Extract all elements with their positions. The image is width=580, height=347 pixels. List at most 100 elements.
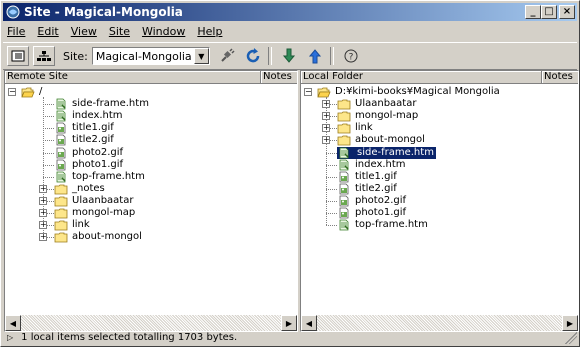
folder-item[interactable]: about-mongol	[54, 231, 142, 243]
title-bar[interactable]: Site - Magical-Mongolia _ □ ×	[3, 3, 577, 21]
expand-icon[interactable]: +	[322, 112, 330, 121]
list-view-icon	[11, 50, 25, 62]
local-folder-header[interactable]: Local Folder	[301, 71, 542, 84]
file-item[interactable]: photo2.gif	[337, 195, 406, 207]
scroll-track[interactable]	[21, 315, 281, 331]
tree-connector	[326, 188, 337, 190]
tree-connector	[43, 140, 54, 142]
tree-connector	[326, 152, 337, 154]
local-folder-panel: Local Folder Notes − D:¥kimi-books¥Magica…	[300, 70, 579, 332]
item-label: _notes	[72, 182, 105, 194]
expand-icon[interactable]: +	[322, 100, 330, 109]
up-arrow-icon	[308, 49, 321, 64]
file-item[interactable]: side-frame.htm	[54, 98, 149, 110]
local-root-folder[interactable]: D:¥kimi-books¥Magical Mongolia	[317, 86, 500, 98]
file-item[interactable]: title1.gif	[54, 122, 114, 134]
folder-item[interactable]: mongol-map	[54, 207, 135, 219]
gif-file-icon	[56, 147, 66, 158]
folder-item[interactable]: mongol-map	[337, 110, 418, 122]
local-notes-header[interactable]: Notes	[542, 71, 578, 84]
maximize-button[interactable]: □	[541, 5, 557, 19]
file-item[interactable]: photo1.gif	[337, 207, 406, 219]
item-label: mongol-map	[72, 207, 136, 218]
resize-grip-icon[interactable]	[565, 332, 577, 344]
put-files-button[interactable]	[306, 47, 324, 65]
site-select[interactable]: Magical-Mongolia ▼	[91, 47, 210, 65]
close-button[interactable]: ×	[559, 5, 575, 19]
local-column-header: Local Folder Notes	[301, 71, 578, 84]
item-label: top-frame.htm	[72, 170, 145, 182]
menu-file[interactable]: File	[3, 25, 31, 38]
expand-icon[interactable]: +	[39, 184, 47, 193]
htm-file-icon	[339, 219, 349, 231]
remote-notes-header[interactable]: Notes	[261, 71, 297, 84]
gif-file-icon	[339, 195, 349, 207]
connect-button[interactable]	[218, 47, 236, 65]
scroll-track[interactable]	[317, 315, 562, 331]
chevron-down-icon[interactable]: ▼	[193, 48, 209, 64]
scroll-right-icon[interactable]: ▶	[281, 315, 297, 331]
expand-icon[interactable]: +	[39, 233, 47, 242]
item-label: index.htm	[355, 158, 406, 170]
item-label: title1.gif	[355, 170, 397, 182]
window-title: Site - Magical-Mongolia	[24, 5, 183, 19]
menu-edit[interactable]: Edit	[31, 25, 64, 38]
remote-site-header[interactable]: Remote Site	[5, 71, 261, 84]
htm-file-icon	[339, 147, 349, 158]
file-item[interactable]: top-frame.htm	[54, 171, 145, 183]
remote-horizontal-scrollbar[interactable]: ◀ ▶	[5, 315, 297, 331]
folder-item[interactable]: Ulaanbaatar	[337, 98, 416, 110]
menu-help[interactable]: Help	[191, 25, 228, 38]
scroll-left-icon[interactable]: ◀	[301, 315, 317, 331]
remote-root-folder[interactable]: /	[21, 86, 42, 98]
folder-icon	[337, 111, 351, 122]
item-label: side-frame.htm	[72, 98, 149, 110]
folder-icon	[337, 99, 351, 110]
refresh-button[interactable]	[244, 47, 262, 65]
expand-triangle-icon[interactable]: ▷	[7, 333, 13, 342]
menu-site[interactable]: Site	[103, 25, 136, 38]
scroll-left-icon[interactable]: ◀	[5, 315, 21, 331]
collapse-icon[interactable]: −	[8, 88, 16, 96]
file-item[interactable]: index.htm	[54, 110, 123, 122]
folder-item[interactable]: _notes	[54, 183, 105, 195]
file-item[interactable]: photo1.gif	[54, 159, 123, 171]
file-item[interactable]: side-frame.htm	[337, 146, 436, 159]
expand-icon[interactable]: +	[39, 221, 47, 230]
help-button[interactable]: ?	[342, 47, 360, 65]
item-label: side-frame.htm	[357, 146, 434, 158]
folder-item[interactable]: about-mongol	[337, 134, 425, 146]
item-label: title2.gif	[72, 134, 114, 146]
folder-item[interactable]: Ulaanbaatar	[54, 195, 133, 207]
collapse-icon[interactable]: −	[304, 88, 312, 96]
expand-icon[interactable]: +	[322, 124, 330, 133]
menu-view[interactable]: View	[65, 25, 103, 38]
file-item[interactable]: top-frame.htm	[337, 219, 428, 231]
get-files-button[interactable]	[280, 47, 298, 65]
expand-icon[interactable]: +	[322, 136, 330, 145]
gif-file-icon	[339, 207, 349, 219]
item-label: top-frame.htm	[355, 219, 428, 231]
expand-icon[interactable]: +	[39, 196, 47, 205]
file-item[interactable]: photo2.gif	[54, 147, 123, 159]
dreamweaver-site-icon	[6, 5, 20, 19]
file-item[interactable]: title1.gif	[337, 171, 397, 183]
item-label: mongol-map	[355, 110, 419, 122]
local-tree: − D:¥kimi-books¥Magical Mongolia + Ulaanbaa…	[301, 85, 578, 315]
minimize-button[interactable]: _	[525, 5, 541, 19]
folder-item[interactable]: link	[337, 122, 373, 134]
file-item[interactable]: title2.gif	[337, 183, 397, 195]
file-item[interactable]: title2.gif	[54, 134, 114, 146]
folder-item[interactable]: link	[54, 219, 90, 231]
item-label: index.htm	[72, 110, 123, 122]
scroll-right-icon[interactable]: ▶	[562, 315, 578, 331]
htm-file-icon	[56, 110, 66, 122]
site-map-button[interactable]	[33, 46, 55, 66]
gif-file-icon	[56, 134, 66, 146]
local-horizontal-scrollbar[interactable]: ◀ ▶	[301, 315, 578, 331]
file-item[interactable]: index.htm	[337, 159, 406, 171]
expand-icon[interactable]: +	[39, 209, 47, 217]
site-files-view-button[interactable]	[7, 46, 29, 66]
item-label: photo1.gif	[355, 207, 407, 218]
menu-window[interactable]: Window	[136, 25, 191, 38]
